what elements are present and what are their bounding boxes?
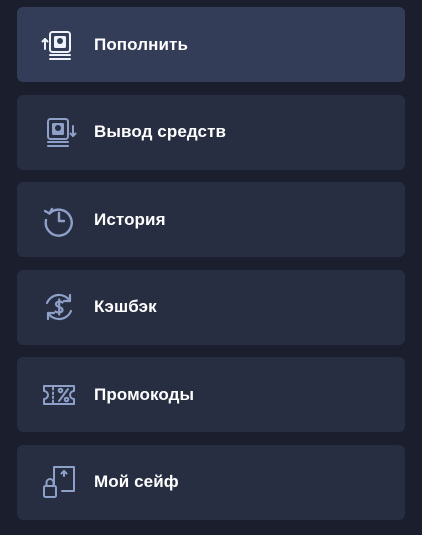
promo-code-icon	[41, 377, 77, 413]
menu-item-deposit[interactable]: Пополнить	[17, 7, 405, 82]
menu-item-label: Пополнить	[94, 34, 189, 54]
menu-item-label: Мой сейф	[94, 472, 179, 491]
menu-item-withdraw[interactable]: Вывод средств	[17, 94, 405, 170]
cashback-icon	[41, 289, 77, 325]
withdraw-icon	[41, 114, 77, 150]
menu-item-label: Вывод средств	[94, 122, 227, 141]
menu-item-promo-codes[interactable]: Промокоды	[17, 357, 405, 432]
menu-item-cashback[interactable]: Кэшбэк	[17, 269, 405, 345]
menu-item-label: История	[94, 209, 166, 229]
wallet-menu: Пополнить Вывод средств История Кэшбэк П…	[17, 7, 405, 532]
safe-icon	[41, 464, 77, 500]
history-icon	[41, 202, 77, 238]
menu-item-label: Кэшбэк	[94, 297, 157, 316]
menu-item-label: Промокоды	[94, 384, 195, 404]
menu-item-safe[interactable]: Мой сейф	[17, 444, 405, 520]
deposit-icon	[41, 27, 77, 63]
menu-item-history[interactable]: История	[17, 182, 405, 257]
